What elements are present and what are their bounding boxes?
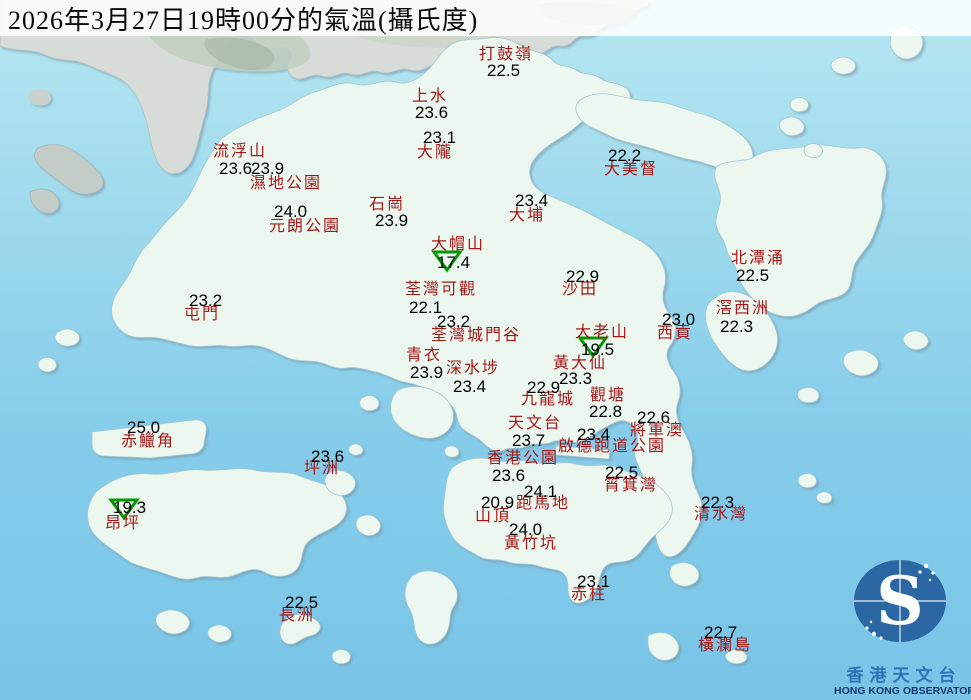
station-value: 23.2 bbox=[189, 292, 222, 309]
station-value: 22.5 bbox=[487, 62, 520, 79]
station-name: 深水埗 bbox=[446, 360, 500, 377]
station-value: 19.3 bbox=[113, 499, 146, 516]
station-name: 香港公園 bbox=[487, 450, 559, 467]
station-value: 23.9 bbox=[410, 364, 443, 381]
station-name: 大老山 bbox=[575, 324, 629, 341]
station-value: 22.3 bbox=[701, 494, 734, 511]
station-value: 23.1 bbox=[423, 129, 456, 146]
hko-temperature-map-screen: 2026年3月27日19時00分的氣溫(攝氏度) 22.5打鼓嶺23.6上水23… bbox=[0, 0, 971, 700]
station-value: 23.0 bbox=[662, 311, 695, 328]
station-value: 25.0 bbox=[127, 419, 160, 436]
title-bar: 2026年3月27日19時00分的氣溫(攝氏度) bbox=[0, 0, 971, 36]
station-value: 22.5 bbox=[736, 267, 769, 284]
station-value: 22.9 bbox=[566, 268, 599, 285]
station-value: 24.0 bbox=[509, 521, 542, 538]
station-value: 23.9 bbox=[375, 212, 408, 229]
hko-logo-icon: S bbox=[838, 546, 966, 662]
station-value: 23.4 bbox=[577, 426, 610, 443]
station-value: 22.8 bbox=[589, 403, 622, 420]
station-name: 大帽山 bbox=[431, 236, 485, 253]
station-value: 23.9 bbox=[251, 160, 284, 177]
station-name: 天文台 bbox=[508, 415, 562, 432]
station-value: 23.3 bbox=[559, 370, 592, 387]
station-value: 22.5 bbox=[285, 594, 318, 611]
station-name: 北潭涌 bbox=[731, 250, 785, 267]
station-value: 23.7 bbox=[512, 432, 545, 449]
svg-text:S: S bbox=[876, 562, 924, 640]
station-value: 22.2 bbox=[608, 147, 641, 164]
station-name: 滘西洲 bbox=[716, 300, 770, 317]
station-value: 23.1 bbox=[577, 573, 610, 590]
station-name: 荃灣可觀 bbox=[405, 281, 477, 298]
station-value: 23.2 bbox=[437, 313, 470, 330]
hko-logo-chinese: 香港天文台 bbox=[838, 667, 970, 685]
station-value: 23.6 bbox=[311, 448, 344, 465]
stations-layer: 22.5打鼓嶺23.6上水23.1大隴23.6流浮山23.9濕地公園24.0元朗… bbox=[0, 0, 971, 700]
map-title: 2026年3月27日19時00分的氣溫(攝氏度) bbox=[0, 0, 478, 37]
station-value: 19.5 bbox=[581, 341, 614, 358]
station-value: 23.6 bbox=[219, 160, 252, 177]
station-value: 22.3 bbox=[720, 318, 753, 335]
station-name: 流浮山 bbox=[213, 143, 267, 160]
station-value: 23.4 bbox=[453, 378, 486, 395]
station-value: 22.9 bbox=[527, 379, 560, 396]
station-value: 23.4 bbox=[515, 192, 548, 209]
station-value: 22.7 bbox=[704, 624, 737, 641]
station-name: 青衣 bbox=[406, 347, 442, 364]
station-value: 24.1 bbox=[524, 483, 557, 500]
station-value: 23.6 bbox=[415, 104, 448, 121]
hko-logo-english: HONG KONG OBSERVATORY bbox=[834, 685, 970, 698]
station-value: 23.6 bbox=[492, 467, 525, 484]
station-name: 啟德跑道公園 bbox=[558, 438, 666, 455]
station-name: 昂坪 bbox=[105, 515, 141, 532]
station-value: 17.4 bbox=[437, 254, 470, 271]
station-value: 24.0 bbox=[274, 203, 307, 220]
station-value: 20.9 bbox=[481, 494, 514, 511]
station-value: 22.6 bbox=[637, 409, 670, 426]
hko-logo: S 香港天文台 HONG KONG OBSERVATORY bbox=[834, 546, 970, 698]
station-value: 22.5 bbox=[605, 464, 638, 481]
